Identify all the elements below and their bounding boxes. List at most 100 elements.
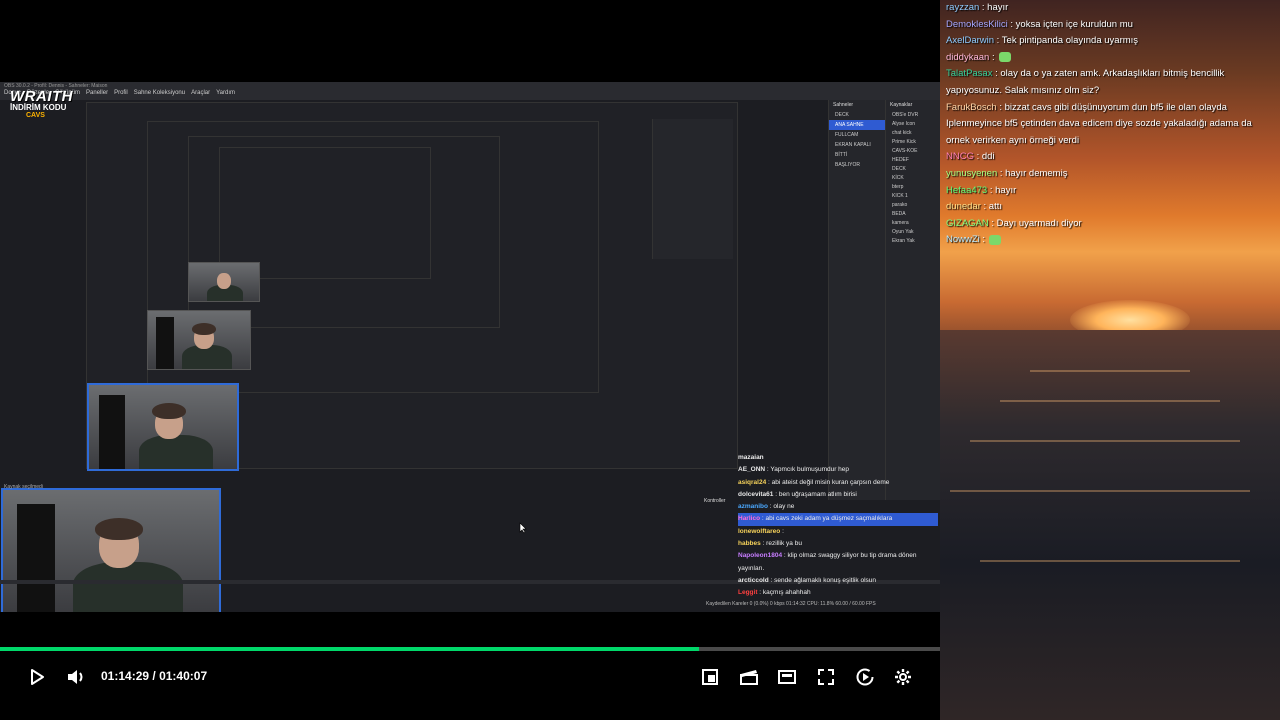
theater-mode-button[interactable] [776, 666, 798, 688]
overlay-chat-username: arcticcold [738, 576, 769, 584]
overlay-chat-header: mazaian [738, 454, 764, 461]
source-item[interactable]: kamera [886, 218, 940, 227]
webcam-tile-small-3 [188, 262, 260, 302]
chat-username[interactable]: AxelDarwin [946, 35, 994, 46]
fullscreen-button[interactable] [815, 666, 837, 688]
overlay-chat-username: azmanibo [738, 503, 768, 511]
sources-list: OBS'e DVR Alyse Icon chat kick Prime Kick CA… [886, 110, 940, 245]
volume-button[interactable] [65, 666, 87, 688]
video-player[interactable]: OBS 30.0.2 - Profil: Dennis - Sahneler: … [0, 0, 940, 720]
webcam-tile-medium [87, 383, 239, 471]
overlay-chat-text: : kaçmış ahahhah [757, 589, 811, 597]
source-item[interactable]: CAVS-KOE [886, 146, 940, 155]
scenes-title: Sahneler [833, 102, 854, 108]
overlay-chat-message: Harlico : abi cavs zeki adam ya düşmez s… [738, 513, 938, 526]
obs-menu-item[interactable]: Profil [114, 90, 128, 100]
obs-menu-item[interactable]: Araçlar [191, 90, 210, 100]
play-button[interactable] [26, 666, 48, 688]
source-item[interactable]: BEDA [886, 209, 940, 218]
chat-text: : hayır [987, 184, 1017, 196]
chat-text: : [979, 234, 986, 246]
source-item[interactable]: Ekran Yak [886, 236, 940, 245]
chat-username[interactable]: Hefaa473 [946, 185, 987, 196]
webcam-tile-small-2 [147, 310, 251, 370]
obs-menu-item[interactable]: Yardım [216, 90, 235, 100]
duration: 01:40:07 [159, 669, 208, 683]
source-item[interactable]: KICK 1 [886, 191, 940, 200]
obs-menu-item[interactable]: Sahne Koleksiyonu [134, 90, 185, 100]
overlay-chat-username: AE_ONN [738, 466, 766, 474]
overlay-chat-message: Napoleon1804 : klip olmaz swaggy siliyor… [738, 550, 938, 575]
seek-bar[interactable] [0, 647, 940, 651]
source-item[interactable]: KİCK [886, 173, 940, 182]
clapperboard-icon [740, 670, 758, 685]
chat-message: yunusyenen : hayır dememiş [946, 166, 1276, 183]
scene-item[interactable]: BİTTİ [829, 150, 885, 160]
overlay-chat-message: dolcevita61 : ben uğraşamam atlım birisi [738, 489, 938, 501]
chat-username[interactable]: DemoklesKilici [946, 19, 1008, 30]
scene-item[interactable]: ANA SAHNE [829, 120, 885, 130]
chat-message: Hefaa473 : hayır [946, 183, 1276, 200]
chat-text: : Tek pintipanda olayında uyarmış [994, 35, 1139, 47]
overlay-chat-text: : [780, 527, 784, 535]
webcam-main [1, 488, 221, 612]
chat-username[interactable]: FarukBosch [946, 102, 997, 113]
chat-username[interactable]: GIZAGAN [946, 218, 989, 229]
chat-text: : attı [980, 201, 1003, 213]
overlay-chat-message: asiqral24 : abi ateist değil misin kuran… [738, 477, 938, 489]
source-item[interactable]: parako [886, 200, 940, 209]
scene-item[interactable]: BAŞLIYOR [829, 160, 885, 170]
source-item[interactable]: DECK [886, 164, 940, 173]
source-item[interactable]: bterp [886, 182, 940, 191]
overlay-chat-username: habbes [738, 540, 761, 548]
scene-item[interactable]: FULLCAM [829, 130, 885, 140]
overlay-chat-text: : abi ateist değil misin kuran çarpsın d… [766, 478, 890, 486]
chat-username[interactable]: TalatPasax [946, 68, 992, 79]
discount-code: CAVS [26, 112, 45, 119]
seek-bar-played [0, 647, 700, 651]
source-item[interactable]: HEDEF [886, 155, 940, 164]
chat-username[interactable]: NNCG [946, 151, 974, 162]
source-item[interactable]: Alyse Icon [886, 119, 940, 128]
overlay-chat-username: Napoleon1804 [738, 552, 783, 560]
sources-panel: Kaynaklar OBS'e DVR Alyse Icon chat kick Pr… [885, 100, 940, 500]
chat-username[interactable]: NowwZi [946, 234, 980, 245]
overlay-chat-text: : Yapmcık bulmuşumdur hep [765, 466, 850, 474]
chat-username[interactable]: diddykaan [946, 52, 989, 63]
chat-emote-icon [998, 52, 1011, 63]
chat-username[interactable]: yunusyenen [946, 168, 997, 179]
source-item[interactable]: chat kick [886, 128, 940, 137]
theater-icon [778, 670, 796, 684]
autoplay-icon [856, 668, 874, 686]
chat-username[interactable]: rayzzan [946, 2, 979, 13]
wraith-logo: WRAITH İNDİRİM KODU CAVS [10, 88, 80, 126]
overlay-chat-text: : sende ağlamaklı konuş eşitlik olsun [768, 576, 877, 584]
source-item[interactable]: Oyun Yak [886, 227, 940, 236]
chat-message: TalatPasax : olay da o ya zaten amk. Ark… [946, 66, 1276, 99]
overlay-chat-username: lonewolftareo [738, 527, 781, 535]
settings-button[interactable] [892, 666, 914, 688]
obs-title-bar: OBS 30.0.2 - Profil: Dennis - Sahneler: … [0, 82, 940, 100]
obs-menu-item[interactable]: Paneller [86, 90, 108, 100]
overlay-chat-message: arcticcold : sende ağlamaklı konuş eşitl… [738, 575, 938, 587]
chat-message: DemoklesKilici : yoksa içten içe kuruldu… [946, 17, 1276, 34]
fullscreen-icon [818, 669, 834, 685]
chat-username[interactable]: dunedar [946, 201, 981, 212]
source-item[interactable]: Prime Kick [886, 137, 940, 146]
chat-message-list: rayzzan : hayır DemoklesKilici : yoksa iç… [946, 0, 1276, 249]
overlay-chat-message: AE_ONN : Yapmcık bulmuşumdur hep [738, 464, 938, 476]
source-item[interactable]: OBS'e DVR [886, 110, 940, 119]
overlay-chat-message: azmanibo : olay ne [738, 501, 938, 513]
miniplayer-button[interactable] [699, 666, 721, 688]
autoplay-button[interactable] [854, 666, 876, 688]
chat-emote-icon [989, 234, 1002, 245]
chat-message: FarukBosch : bizzat cavs gibi düşünuyoru… [946, 100, 1276, 150]
obs-preview-recursive-4 [219, 147, 431, 279]
gear-icon [895, 669, 911, 685]
player-controls: 01:14:29 / 01:40:07 [0, 656, 940, 698]
video-frame[interactable]: OBS 30.0.2 - Profil: Dennis - Sahneler: … [0, 82, 940, 612]
scene-item[interactable]: EKRAN KAPALI [829, 140, 885, 150]
scene-item[interactable]: DECK [829, 110, 885, 120]
clip-button[interactable] [738, 666, 760, 688]
mouse-cursor-icon [519, 522, 527, 534]
